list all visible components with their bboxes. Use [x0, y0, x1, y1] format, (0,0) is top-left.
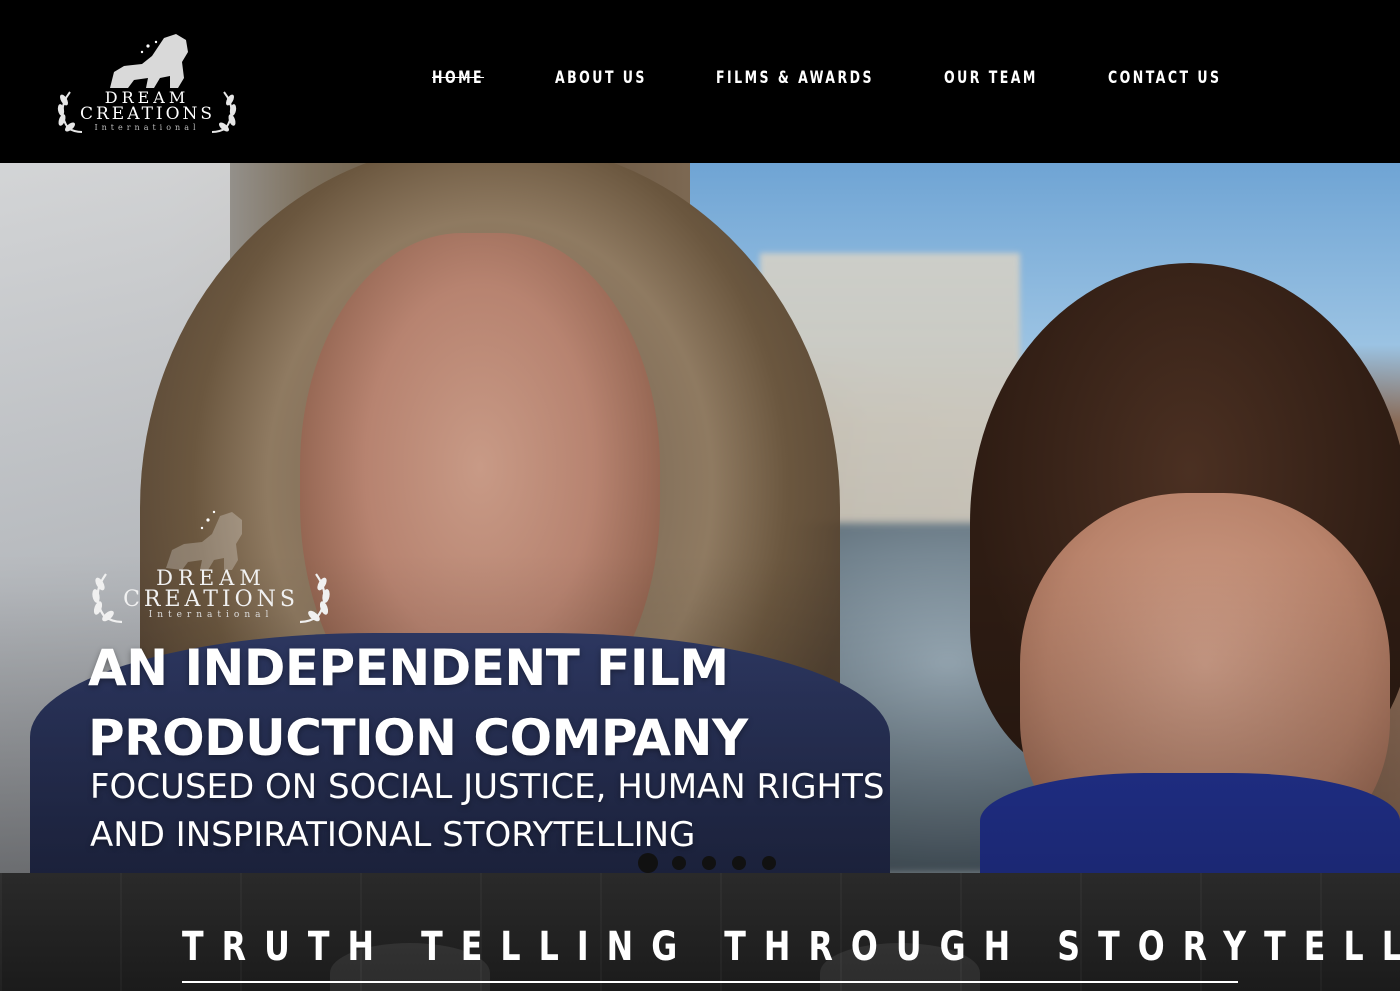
hero-logo-line-1: DREAM	[156, 566, 266, 590]
slider-dot[interactable]	[672, 856, 686, 870]
nav-home[interactable]: HOME	[432, 68, 484, 88]
slider-dot[interactable]	[702, 856, 716, 870]
logo-line-2: CREATIONS	[80, 104, 216, 124]
hero-headline: AN INDEPENDENT FILM PRODUCTION COMPANY	[88, 633, 748, 773]
nav-contact-us[interactable]: CONTACT US	[1108, 68, 1221, 88]
hero-logo-line-3: International	[148, 610, 274, 620]
tagline-heading: TRUTH TELLING THROUGH STORYTELLING	[182, 924, 1400, 970]
hero-headline-line-1: AN INDEPENDENT FILM	[88, 639, 729, 697]
logo-line-3: International	[94, 123, 200, 132]
slider-dot[interactable]	[762, 856, 776, 870]
hero-brand-logo: DREAM CREATIONS International	[86, 498, 336, 628]
nav-our-team[interactable]: OUR TEAM	[944, 68, 1038, 88]
hero-subheadline-line-1: FOCUSED ON SOCIAL JUSTICE, HUMAN RIGHTS	[90, 767, 885, 807]
hero-logo-wordmark: DREAM CREATIONS International	[116, 568, 306, 620]
hero-subheadline-line-2: AND INSPIRATIONAL STORYTELLING	[90, 815, 696, 855]
nav-about-us[interactable]: ABOUT US	[555, 68, 647, 88]
hero-subheadline: FOCUSED ON SOCIAL JUSTICE, HUMAN RIGHTS …	[90, 763, 884, 859]
slider-dot[interactable]	[732, 856, 746, 870]
tagline-underline	[182, 981, 1238, 983]
tagline-band: TRUTH TELLING THROUGH STORYTELLING	[0, 873, 1400, 991]
hero-logo-line-2: CREATIONS	[123, 587, 299, 612]
site-header: DREAM CREATIONS International HOME ABOUT…	[0, 0, 1400, 163]
nav-films-awards[interactable]: FILMS & AWARDS	[716, 68, 874, 88]
hero-slider[interactable]: DREAM CREATIONS International AN INDEPEN…	[0, 163, 1400, 873]
logo-wordmark: DREAM CREATIONS International	[80, 90, 214, 132]
main-nav: HOME ABOUT US FILMS & AWARDS OUR TEAM CO…	[0, 68, 1400, 94]
slider-dot[interactable]	[638, 853, 658, 873]
